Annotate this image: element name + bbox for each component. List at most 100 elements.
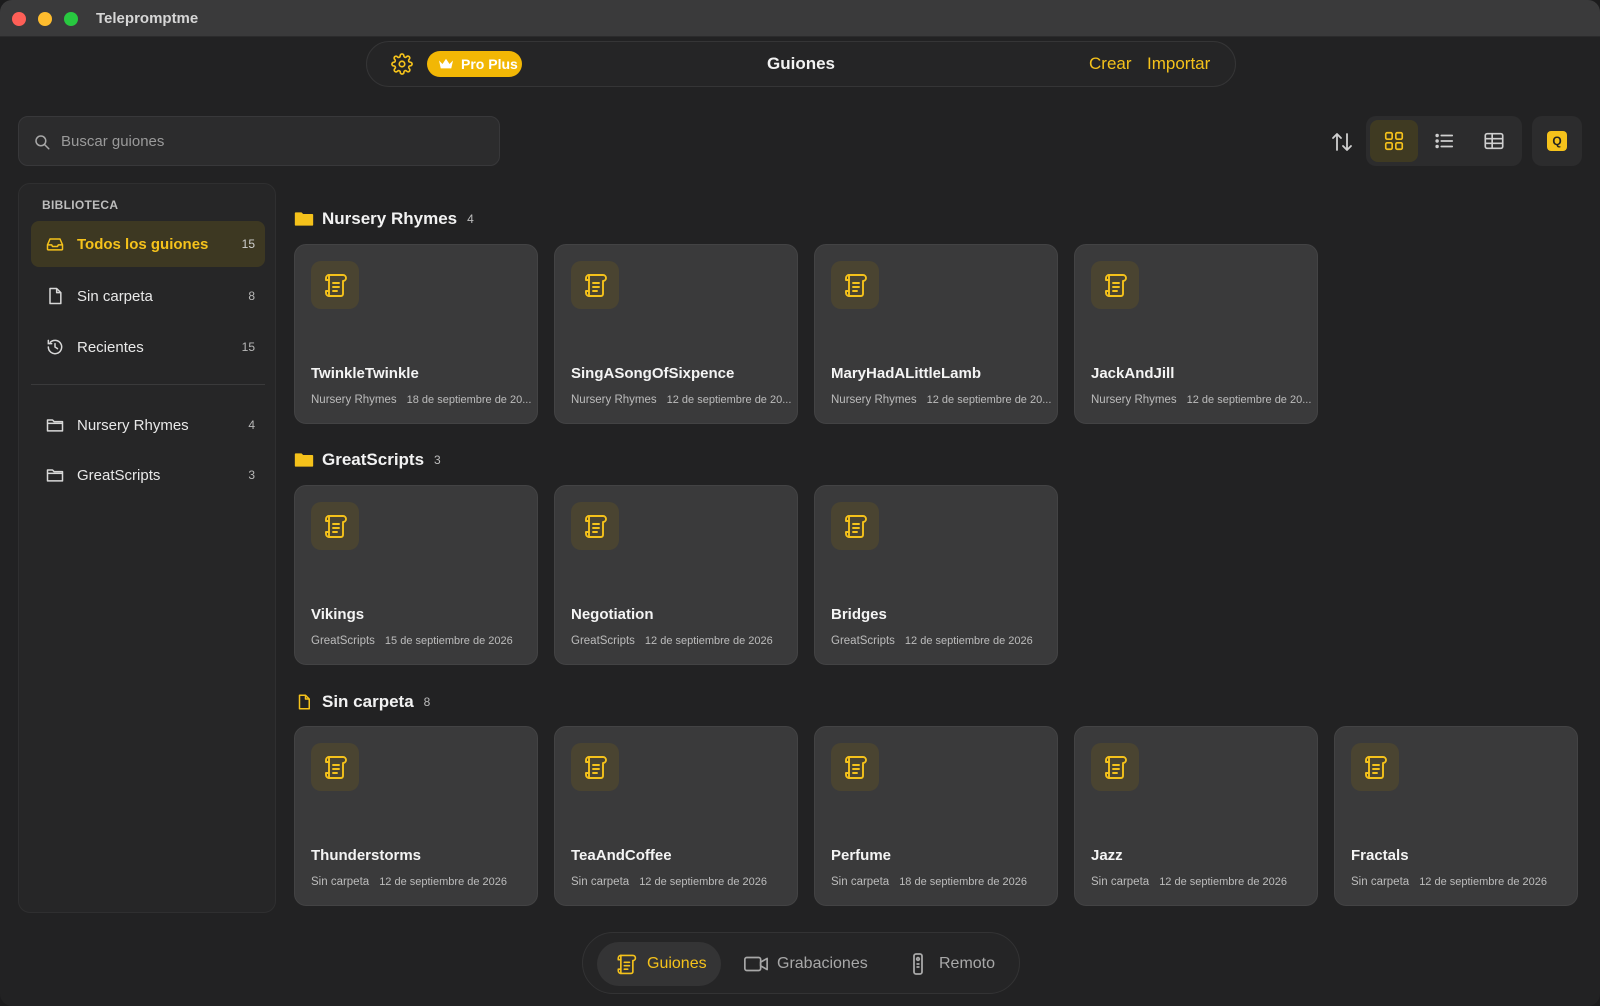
search-box xyxy=(18,116,500,166)
remote-icon xyxy=(913,953,923,975)
card-title: Jazz xyxy=(1091,847,1123,864)
script-card[interactable]: MaryHadALittleLamb Nursery Rhymes 12 de s… xyxy=(814,244,1058,424)
tab-label: Remoto xyxy=(939,955,996,972)
card-date: 12 de septiembre de 2026 xyxy=(1419,876,1548,888)
section-header-greatscripts: GreatScripts 3 xyxy=(294,449,441,471)
create-button[interactable]: Crear xyxy=(1089,54,1132,74)
script-icon xyxy=(311,261,359,309)
list-view-icon[interactable] xyxy=(1420,120,1468,162)
card-date: 12 de septiembre de 2026 xyxy=(379,876,508,888)
video-camera-icon xyxy=(744,956,768,972)
section-count: 4 xyxy=(467,212,474,226)
card-meta: Nursery Rhymes 12 de septiembre de 20... xyxy=(571,394,793,406)
card-title: Vikings xyxy=(311,606,365,623)
folder-filled-icon xyxy=(294,212,314,226)
card-folder: Sin carpeta xyxy=(831,876,890,888)
card-folder: Nursery Rhymes xyxy=(571,394,657,406)
pro-plus-badge[interactable]: Pro Plus xyxy=(427,51,522,77)
minimize-window-button[interactable] xyxy=(38,12,52,26)
sort-arrows-icon[interactable] xyxy=(1330,130,1354,154)
pro-plus-label: Pro Plus xyxy=(461,56,518,72)
card-meta: GreatScripts 12 de septiembre de 2026 xyxy=(831,635,1053,647)
card-folder: GreatScripts xyxy=(571,635,635,647)
card-title: Perfume xyxy=(831,847,892,864)
script-card[interactable]: TeaAndCoffee Sin carpeta 12 de septiembre… xyxy=(554,726,798,906)
script-card[interactable]: Bridges GreatScripts 12 de septiembre de … xyxy=(814,485,1058,665)
crown-icon xyxy=(439,58,453,69)
card-meta: Sin carpeta 18 de septiembre de 2026 xyxy=(831,876,1053,888)
sidebar-item-all-scripts[interactable]: Todos los guiones 15 xyxy=(31,221,265,267)
card-date: 12 de septiembre de 20... xyxy=(926,394,1052,406)
search-icon xyxy=(35,135,50,150)
tab-label: Guiones xyxy=(647,955,707,972)
card-date: 12 de septiembre de 2026 xyxy=(1159,876,1288,888)
card-folder: Nursery Rhymes xyxy=(831,394,917,406)
script-card[interactable]: TwinkleTwinkle Nursery Rhymes 18 de septi… xyxy=(294,244,538,424)
section-count: 3 xyxy=(434,453,441,467)
document-icon xyxy=(298,694,310,710)
script-card[interactable]: Negotiation GreatScripts 12 de septiembre… xyxy=(554,485,798,665)
section-title: Nursery Rhymes xyxy=(322,209,458,228)
title-bar: Telepromptme xyxy=(0,0,1600,37)
table-view-icon[interactable] xyxy=(1470,120,1518,162)
q-icon: Q xyxy=(1547,131,1567,151)
script-card[interactable]: Jazz Sin carpeta 12 de septiembre de 2026 xyxy=(1074,726,1318,906)
top-toolbar: Pro Plus Guiones Crear Importar xyxy=(366,41,1236,87)
sidebar-item-no-folder[interactable]: Sin carpeta 8 xyxy=(31,273,265,319)
script-card[interactable]: JackAndJill Nursery Rhymes 12 de septiemb… xyxy=(1074,244,1318,424)
card-meta: Sin carpeta 12 de septiembre de 2026 xyxy=(571,876,793,888)
tab-recordings[interactable]: Grabaciones xyxy=(743,942,893,986)
card-folder: Sin carpeta xyxy=(1091,876,1150,888)
script-icon xyxy=(311,502,359,550)
tab-scripts[interactable]: Guiones xyxy=(597,942,721,986)
card-folder: GreatScripts xyxy=(311,635,375,647)
card-meta: GreatScripts 12 de septiembre de 2026 xyxy=(571,635,793,647)
close-window-button[interactable] xyxy=(12,12,26,26)
import-button[interactable]: Importar xyxy=(1147,54,1210,74)
script-card[interactable]: Fractals Sin carpeta 12 de septiembre de … xyxy=(1334,726,1578,906)
card-title: SingASongOfSixpence xyxy=(571,365,735,382)
card-date: 15 de septiembre de 2026 xyxy=(384,635,513,647)
card-date: 18 de septiembre de 20... xyxy=(406,394,532,406)
sidebar-item-nursery-rhymes[interactable]: Nursery Rhymes 4 xyxy=(31,402,265,448)
folder-icon xyxy=(46,469,64,482)
sidebar-item-recent[interactable]: Recientes 15 xyxy=(31,324,265,370)
script-card[interactable]: Vikings GreatScripts 15 de septiembre de … xyxy=(294,485,538,665)
script-icon xyxy=(831,261,879,309)
script-card[interactable]: Thunderstorms Sin carpeta 12 de septiembr… xyxy=(294,726,538,906)
gear-icon[interactable] xyxy=(391,53,413,75)
card-folder: Nursery Rhymes xyxy=(311,394,397,406)
grid-view-icon[interactable] xyxy=(1370,120,1418,162)
view-switcher xyxy=(1366,116,1522,166)
card-title: MaryHadALittleLamb xyxy=(831,365,982,382)
tab-label: Grabaciones xyxy=(777,955,868,972)
script-icon xyxy=(1091,261,1139,309)
sidebar-item-greatscripts[interactable]: GreatScripts 3 xyxy=(31,452,265,498)
card-title: Negotiation xyxy=(571,606,654,623)
section-header-no-folder: Sin carpeta 8 xyxy=(294,691,430,713)
card-title: TeaAndCoffee xyxy=(571,847,672,864)
script-card[interactable]: SingASongOfSixpence Nursery Rhymes 12 de … xyxy=(554,244,798,424)
card-folder: Sin carpeta xyxy=(1351,876,1410,888)
tab-remote[interactable]: Remoto xyxy=(905,942,1005,986)
card-meta: Nursery Rhymes 18 de septiembre de 20... xyxy=(311,394,533,406)
zoom-window-button[interactable] xyxy=(64,12,78,26)
card-folder: GreatScripts xyxy=(831,635,895,647)
script-card[interactable]: Perfume Sin carpeta 18 de septiembre de 2… xyxy=(814,726,1058,906)
card-title: JackAndJill xyxy=(1091,365,1175,382)
sidebar-item-count: 4 xyxy=(248,418,255,432)
sidebar-item-label: Nursery Rhymes xyxy=(77,416,189,434)
card-folder: Sin carpeta xyxy=(571,876,630,888)
card-date: 12 de septiembre de 20... xyxy=(666,394,792,406)
script-icon xyxy=(571,502,619,550)
script-icon xyxy=(1351,743,1399,791)
section-title: Sin carpeta xyxy=(322,692,414,711)
sidebar-item-count: 3 xyxy=(248,468,255,482)
search-input[interactable] xyxy=(61,117,481,165)
card-meta: GreatScripts 15 de septiembre de 2026 xyxy=(311,635,533,647)
script-icon xyxy=(571,261,619,309)
section-count: 8 xyxy=(423,695,431,709)
document-icon xyxy=(49,287,62,305)
app-window: Telepromptme Pro Plus Guiones Crear Impo… xyxy=(0,0,1600,1006)
quick-prompt-button[interactable]: Q xyxy=(1532,116,1582,166)
